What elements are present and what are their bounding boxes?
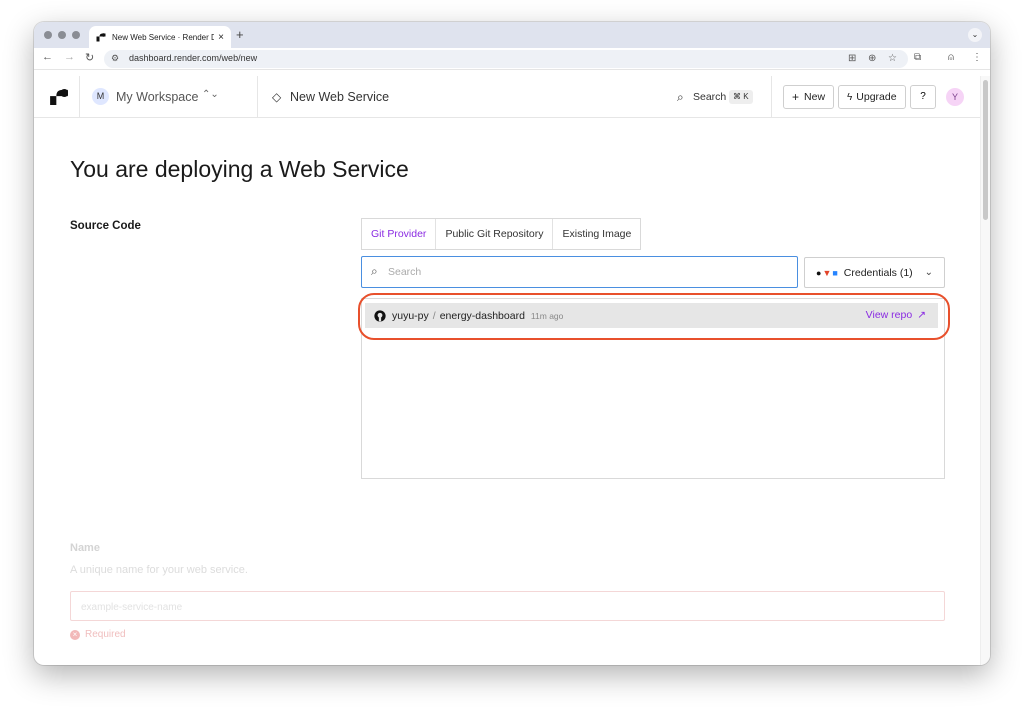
service-name-field[interactable]	[70, 591, 945, 621]
new-button[interactable]: + New	[783, 85, 835, 109]
credentials-dropdown[interactable]: ● ▼ ■ Credentials (1) ⌄	[804, 257, 945, 288]
repo-list-item[interactable]: yuyu-py / energy-dashboard 11m ago View …	[365, 303, 938, 328]
upgrade-button-label: Upgrade	[856, 91, 897, 103]
back-icon[interactable]: ←	[42, 51, 53, 63]
repo-search-input[interactable]	[388, 263, 788, 281]
github-icon	[374, 309, 386, 322]
repo-owner: yuyu-py	[392, 309, 429, 322]
tab-git-provider[interactable]: Git Provider	[362, 219, 437, 249]
git-providers-icons: ● ▼ ■	[816, 268, 838, 278]
source-tabs: Git Provider Public Git Repository Exist…	[361, 218, 642, 250]
help-icon: ?	[920, 91, 926, 102]
browser-window: New Web Service · Render D × + ⌄ ← → ↻ ⚙…	[34, 22, 990, 665]
header-divider	[771, 76, 772, 118]
user-avatar[interactable]: Y	[946, 88, 964, 106]
workspace-name[interactable]: My Workspace	[116, 90, 198, 104]
view-repo-label: View repo	[865, 309, 913, 321]
error-icon: ×	[70, 629, 80, 640]
help-button[interactable]: ?	[910, 85, 936, 109]
extensions-icon[interactable]: ⧉	[914, 52, 921, 63]
page-title: You are deploying a Web Service	[70, 156, 409, 182]
app-header: M My Workspace ⌃⌄ ◇ New Web Service ⌕ Se…	[34, 76, 980, 118]
breadcrumb-service: New Web Service	[290, 90, 390, 104]
translate-icon[interactable]: ⊞	[848, 53, 856, 64]
profile-icon[interactable]: ⍝	[948, 52, 954, 63]
page-scrollbar[interactable]	[980, 76, 990, 665]
chevron-down-icon: ⌄	[924, 267, 934, 278]
forward-icon[interactable]: →	[64, 51, 75, 63]
tab-close-icon[interactable]: ×	[214, 32, 228, 43]
close-window-button[interactable]	[44, 31, 52, 39]
minimize-window-button[interactable]	[58, 31, 66, 39]
header-search-button[interactable]: Search	[693, 91, 726, 103]
zoom-window-button[interactable]	[72, 31, 80, 39]
browser-tab[interactable]: New Web Service · Render D ×	[89, 26, 231, 48]
url-text[interactable]: dashboard.render.com/web/new	[129, 53, 257, 63]
search-icon: ⌕	[371, 264, 378, 278]
workspace-switch-icon[interactable]: ⌃⌄	[202, 89, 219, 100]
repo-separator: /	[432, 309, 436, 322]
scrollbar-thumb[interactable]	[983, 80, 988, 220]
search-shortcut-badge: ⌘ K	[729, 90, 753, 104]
zoom-icon[interactable]: ⊕	[868, 53, 876, 64]
view-repo-link[interactable]: View repo ↗	[866, 309, 926, 321]
tab-title: New Web Service · Render D	[112, 32, 214, 42]
name-label: Name	[70, 542, 100, 554]
repo-list-panel: yuyu-py / energy-dashboard 11m ago View …	[361, 298, 945, 479]
browser-toolbar: ← → ↻ ⚙ dashboard.render.com/web/new ⊞ ⊕…	[34, 48, 990, 70]
new-tab-button[interactable]: +	[236, 27, 244, 42]
bookmark-star-icon[interactable]: ☆	[888, 53, 897, 64]
repo-updated-time: 11m ago	[530, 310, 564, 321]
gitlab-icon: ▼	[822, 267, 832, 278]
required-text: Required	[85, 629, 126, 640]
bitbucket-icon: ■	[832, 267, 838, 278]
repo-name: energy-dashboard	[439, 309, 525, 322]
required-error: × Required	[70, 629, 126, 640]
tab-public-git-repository[interactable]: Public Git Repository	[436, 219, 554, 249]
service-diamond-icon: ◇	[272, 90, 282, 104]
github-icon: ●	[816, 267, 822, 278]
tab-search-icon[interactable]: ⌄	[968, 28, 982, 42]
tab-existing-image[interactable]: Existing Image	[553, 219, 640, 249]
source-code-label: Source Code	[70, 220, 141, 232]
plus-icon: +	[792, 90, 800, 104]
credentials-label: Credentials (1)	[843, 266, 913, 279]
render-favicon-icon	[96, 33, 106, 42]
render-logo-icon[interactable]	[50, 89, 68, 105]
site-info-icon[interactable]: ⚙	[111, 53, 119, 64]
address-bar[interactable]: ⚙ dashboard.render.com/web/new ⊞ ⊕ ☆	[104, 50, 908, 68]
browser-menu-icon[interactable]: ⋮	[972, 52, 982, 63]
name-help-text: A unique name for your web service.	[70, 564, 248, 576]
header-divider	[257, 76, 258, 118]
repo-search-field[interactable]: ⌕	[361, 256, 798, 288]
search-icon[interactable]: ⌕	[677, 90, 684, 105]
new-button-label: New	[804, 91, 826, 103]
reload-icon[interactable]: ↻	[85, 51, 94, 64]
tab-strip: New Web Service · Render D × + ⌄	[34, 22, 990, 48]
workspace-avatar[interactable]: M	[92, 88, 109, 105]
upgrade-button[interactable]: ϟ Upgrade	[838, 85, 906, 109]
service-name-input[interactable]	[81, 599, 921, 615]
header-divider	[79, 76, 80, 118]
lightning-icon: ϟ	[847, 91, 853, 103]
external-link-icon: ↗	[917, 309, 926, 321]
